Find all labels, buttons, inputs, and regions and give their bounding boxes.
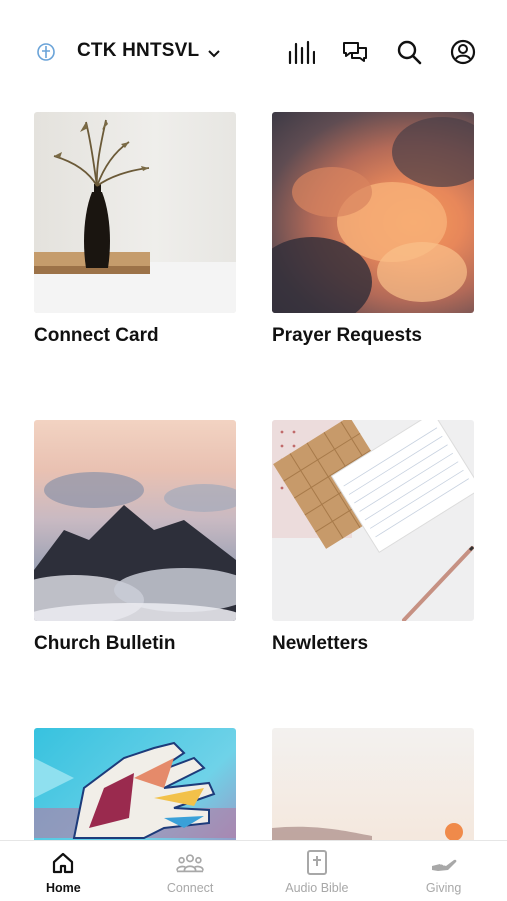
card-image: [272, 728, 474, 840]
card-image: [34, 112, 236, 313]
giving-hand-icon: [430, 849, 458, 877]
card-image: [34, 420, 236, 621]
card-image: [272, 112, 474, 313]
home-icon: [49, 849, 77, 877]
card-newletters[interactable]: Newletters: [272, 420, 474, 655]
card-title: Prayer Requests: [272, 325, 422, 346]
tab-audio-bible[interactable]: Audio Bible: [254, 841, 381, 901]
bottom-tab-bar: Home Connect Audio Bible Giving: [0, 840, 507, 901]
card-church-bulletin[interactable]: Church Bulletin: [34, 420, 236, 655]
tab-label: Home: [46, 881, 81, 895]
tab-home[interactable]: Home: [0, 841, 127, 901]
tab-giving[interactable]: Giving: [380, 841, 507, 901]
card-connect-card[interactable]: Connect Card: [34, 112, 236, 347]
card-hands[interactable]: [34, 728, 236, 840]
card-title: Newletters: [272, 633, 369, 654]
tab-label: Connect: [166, 881, 214, 895]
card-title: Connect Card: [34, 325, 159, 346]
card-image: [272, 420, 474, 621]
content-grid: Connect Card Prayer Requests Church Bull…: [0, 0, 507, 840]
bible-icon: [303, 849, 331, 877]
tab-label: Audio Bible: [285, 881, 349, 895]
tab-connect[interactable]: Connect: [127, 841, 254, 901]
card-title: Church Bulletin: [34, 633, 176, 654]
card-sunset[interactable]: [272, 728, 474, 840]
tab-label: Giving: [425, 881, 462, 895]
card-image: [34, 728, 236, 840]
card-prayer-requests[interactable]: Prayer Requests: [272, 112, 474, 347]
people-icon: [176, 849, 205, 877]
